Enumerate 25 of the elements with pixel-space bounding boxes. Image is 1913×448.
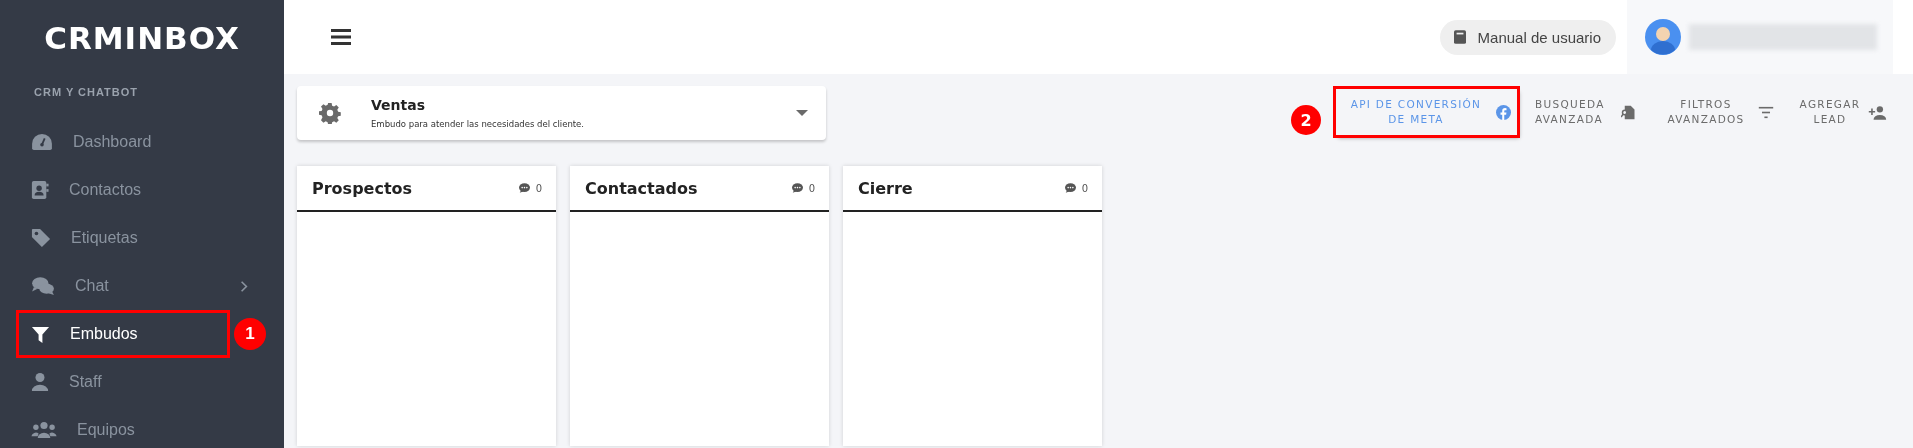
sidebar-item[interactable]: Etiquetas <box>18 216 228 260</box>
toolbar-button[interactable]: FILTROS AVANZADOS <box>1654 89 1780 135</box>
section-title: CRM Y CHATBOT <box>34 86 140 98</box>
logo[interactable]: CRMINBOX <box>44 20 240 56</box>
sidebar-item[interactable]: Embudos <box>18 312 228 356</box>
sidebar-item[interactable]: Staff <box>18 360 228 404</box>
annotation-badge: 2 <box>1291 105 1321 135</box>
sidebar-item[interactable]: Contactos <box>18 168 228 212</box>
funnel-description: Embudo para atender las necesidades del cliente. <box>371 119 586 129</box>
manual-button[interactable]: Manual de usuario <box>1439 19 1616 55</box>
column-title: Prospectos <box>312 178 414 198</box>
funnel-name: Ventas <box>371 97 426 113</box>
toolbar-button[interactable]: BUSQUEDA AVANZADA <box>1529 89 1642 135</box>
sidebar-item[interactable]: Equipos <box>18 408 228 448</box>
funnel-selector[interactable]: Ventas Embudo para atender las necesidades del cliente. <box>297 86 826 140</box>
lead-count: 0 <box>808 182 815 194</box>
column-title: Contactados <box>585 178 699 198</box>
annotation-badge: 1 <box>234 318 266 350</box>
column-title: Cierre <box>858 178 914 198</box>
sidebar-item[interactable]: Dashboard <box>18 120 228 164</box>
sidebar-item[interactable]: Chat <box>18 264 228 308</box>
lead-count: 0 <box>535 182 542 194</box>
toolbar-button[interactable]: API DE CONVERSIÓN DE META <box>1336 89 1517 135</box>
lead-count: 0 <box>1081 182 1088 194</box>
toolbar-button[interactable]: AGREGAR LEAD <box>1792 89 1893 135</box>
